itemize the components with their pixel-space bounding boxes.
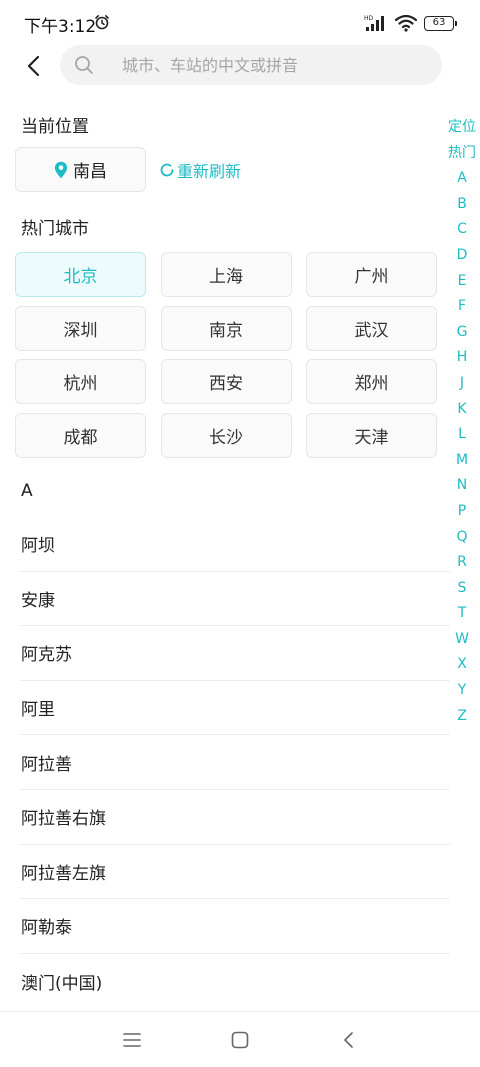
city-list-item[interactable]: 阿克苏	[20, 626, 450, 681]
hot-city-button[interactable]: 天津	[306, 412, 437, 458]
city-list: 阿坝 安康 阿克苏 阿里 阿拉善 阿拉善右旗 阿拉善左旗 阿勒泰 澳门(中国)	[20, 517, 450, 1008]
city-list-item[interactable]: 阿勒泰	[20, 899, 450, 954]
city-list-item[interactable]: 安康	[20, 572, 450, 627]
chevron-left-icon	[27, 55, 40, 77]
battery-level: 63	[432, 17, 446, 28]
refresh-location-button[interactable]: 重新刷新	[159, 159, 241, 181]
index-item[interactable]: M	[456, 448, 468, 474]
system-nav-bar	[0, 1011, 480, 1067]
city-list-item[interactable]: 阿坝	[20, 517, 450, 572]
top-bar	[0, 44, 480, 88]
system-back-button[interactable]	[336, 1028, 360, 1052]
alphabet-index-bar: 定位 热门 A B C D E F G H J K L M N P Q R S T W X Y Z	[440, 115, 480, 729]
search-icon	[75, 56, 93, 74]
index-item[interactable]: T	[458, 601, 467, 627]
alarm-clock-icon	[95, 15, 109, 30]
location-pin-icon	[54, 161, 68, 178]
hot-city-button[interactable]: 南京	[160, 305, 292, 351]
index-item[interactable]: F	[458, 294, 466, 320]
index-item[interactable]: Z	[457, 704, 467, 730]
hot-city-button[interactable]: 郑州	[306, 359, 437, 404]
status-time: 下午3:12	[24, 17, 97, 37]
current-location-title: 当前位置	[21, 117, 89, 137]
triangle-back-icon	[344, 1032, 353, 1048]
city-list-item[interactable]: 澳门(中国)	[20, 954, 450, 1009]
index-item[interactable]: J	[460, 371, 464, 397]
back-button[interactable]	[18, 50, 50, 82]
current-location-city: 南昌	[73, 162, 107, 182]
network-label: HD	[364, 15, 374, 22]
home-square-icon	[231, 1031, 249, 1049]
search-input[interactable]	[122, 45, 422, 85]
index-item[interactable]: 定位	[440, 115, 480, 141]
signal-icon: HD	[364, 15, 384, 31]
index-item[interactable]: G	[457, 320, 468, 346]
search-box[interactable]	[60, 45, 442, 85]
index-item[interactable]: Y	[458, 678, 467, 704]
index-item[interactable]: Q	[456, 525, 467, 551]
city-list-item[interactable]: 阿拉善	[20, 735, 450, 790]
status-bar: 下午3:12 HD 63	[0, 0, 480, 44]
hot-city-button[interactable]: 深圳	[15, 305, 146, 351]
hot-cities-grid: 北京 上海 广州深圳 南京 武汉杭州 西安 郑州成都 长沙 天津	[15, 252, 437, 458]
menu-icon	[123, 1033, 141, 1047]
index-item[interactable]: W	[455, 627, 469, 653]
hot-city-button[interactable]: 长沙	[160, 412, 292, 458]
recent-apps-button[interactable]	[120, 1028, 144, 1052]
hot-cities-title: 热门城市	[21, 219, 89, 239]
index-item[interactable]: R	[457, 550, 467, 576]
refresh-label: 重新刷新	[177, 162, 242, 181]
index-item[interactable]: K	[457, 397, 466, 423]
index-item[interactable]: X	[457, 652, 467, 678]
battery-icon: 63	[424, 15, 457, 31]
index-item[interactable]: H	[457, 345, 468, 371]
home-button[interactable]	[228, 1028, 252, 1052]
index-item[interactable]: P	[458, 499, 466, 525]
hot-city-button[interactable]: 广州	[306, 252, 437, 297]
hot-city-button[interactable]: 北京	[15, 252, 146, 297]
index-item[interactable]: E	[458, 269, 467, 295]
hot-city-button[interactable]: 西安	[160, 359, 292, 404]
index-item[interactable]: L	[458, 422, 466, 448]
letter-header: A	[21, 481, 33, 501]
index-item[interactable]: 热门	[440, 141, 480, 167]
index-item[interactable]: S	[458, 576, 467, 602]
hot-city-button[interactable]: 成都	[15, 412, 146, 458]
hot-city-button[interactable]: 杭州	[15, 359, 146, 404]
hot-city-button[interactable]: 武汉	[306, 305, 437, 351]
city-list-item[interactable]: 阿拉善左旗	[20, 845, 450, 900]
index-item[interactable]: A	[457, 166, 467, 192]
refresh-icon	[160, 163, 174, 177]
index-item[interactable]: N	[457, 473, 467, 499]
current-location-chip[interactable]: 南昌	[15, 147, 146, 192]
index-item[interactable]: B	[457, 192, 467, 218]
city-list-item[interactable]: 阿里	[20, 681, 450, 736]
status-icons: HD 63	[364, 13, 457, 33]
index-item[interactable]: D	[457, 243, 468, 269]
city-list-item[interactable]: 阿拉善右旗	[20, 790, 450, 845]
wifi-icon	[395, 14, 417, 32]
hot-city-button[interactable]: 上海	[160, 252, 292, 297]
index-item[interactable]: C	[457, 217, 467, 243]
